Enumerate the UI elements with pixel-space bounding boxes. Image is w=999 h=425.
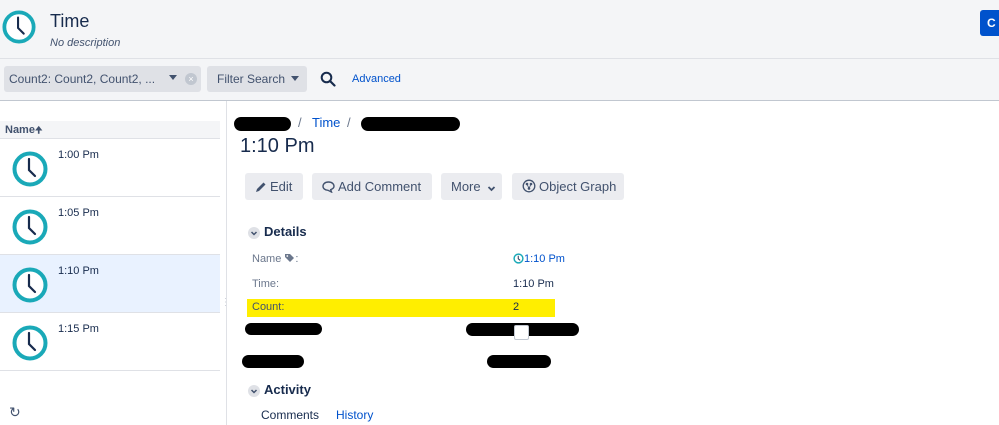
- count-filter-dropdown[interactable]: Count2: Count2, Count2, ... ×: [4, 66, 201, 92]
- chevron-down-icon: [169, 75, 177, 80]
- count-row-highlight: [247, 299, 555, 317]
- redacted-attribute-label: [245, 323, 322, 335]
- list-item-label: 1:00 Pm: [58, 149, 99, 161]
- tab-history[interactable]: History: [336, 408, 373, 422]
- clock-icon: [12, 209, 48, 245]
- list-item-label: 1:10 Pm: [58, 265, 99, 277]
- object-list: Name🠉 1:00 Pm 1:05 Pm 1:10 Pm 1:15 Pm: [0, 101, 220, 425]
- chevron-down-icon: [488, 186, 496, 192]
- name-column-header[interactable]: Name🠉: [0, 121, 220, 139]
- sort-arrow-icon: 🠉: [34, 125, 43, 135]
- breadcrumb-time-link[interactable]: Time: [312, 115, 340, 130]
- name-attribute-label: Name :: [252, 253, 298, 265]
- name-value-text: 1:10 Pm: [524, 253, 565, 265]
- breadcrumb-separator: /: [298, 115, 302, 130]
- tag-icon: [285, 254, 295, 262]
- clock-icon: [12, 151, 48, 187]
- filter-search-label: Filter Search: [217, 72, 286, 86]
- more-button[interactable]: More: [441, 173, 502, 200]
- redacted-breadcrumb: [234, 117, 291, 131]
- comment-icon: [322, 181, 335, 194]
- chevron-down-icon: [291, 76, 299, 81]
- name-attribute-value[interactable]: 1:10 Pm: [513, 253, 565, 265]
- name-label-text: Name: [252, 253, 282, 265]
- clock-icon: [513, 253, 524, 264]
- chevron-down-icon[interactable]: [248, 227, 260, 239]
- panel-divider: [226, 101, 227, 425]
- search-icon[interactable]: [320, 71, 336, 87]
- clock-icon: [2, 10, 36, 44]
- count-attribute-label: Count:: [252, 301, 285, 313]
- pencil-icon: [256, 182, 266, 192]
- tab-comments[interactable]: Comments: [261, 408, 319, 422]
- graph-icon: [522, 179, 536, 193]
- count-attribute-value: 2: [513, 301, 520, 313]
- object-title: 1:10 Pm: [240, 135, 315, 157]
- attribute-checkbox[interactable]: [514, 325, 529, 340]
- create-button[interactable]: C: [980, 10, 999, 36]
- more-label: More: [451, 179, 481, 194]
- name-label-colon: :: [295, 253, 299, 265]
- time-attribute-value: 1:10 Pm: [513, 278, 554, 290]
- list-item-label: 1:15 Pm: [58, 323, 99, 335]
- edit-label: Edit: [270, 179, 293, 194]
- redacted-attribute-value: [487, 355, 551, 368]
- advanced-search-link[interactable]: Advanced: [352, 73, 401, 85]
- add-comment-button[interactable]: Add Comment: [312, 173, 432, 200]
- clock-icon: [12, 267, 48, 303]
- add-comment-label: Add Comment: [338, 179, 422, 194]
- name-column-label: Name: [5, 124, 35, 136]
- object-graph-label: Object Graph: [539, 179, 617, 194]
- filter-search-dropdown[interactable]: Filter Search: [207, 66, 307, 92]
- object-header: Time No description C: [0, 0, 999, 59]
- time-attribute-label: Time:: [252, 278, 280, 290]
- edit-button[interactable]: Edit: [245, 173, 303, 200]
- redacted-attribute-label: [242, 355, 304, 368]
- list-item[interactable]: 1:15 Pm: [0, 313, 220, 371]
- refresh-icon[interactable]: ↻: [9, 404, 21, 421]
- filter-bar: Count2: Count2, Count2, ... × Filter Sea…: [0, 59, 999, 101]
- activity-section-heading[interactable]: Activity: [264, 382, 311, 397]
- object-graph-button[interactable]: Object Graph: [512, 173, 624, 200]
- count-filter-label: Count2: Count2, Count2, ...: [9, 72, 156, 86]
- breadcrumb-separator: /: [347, 115, 351, 130]
- clock-icon: [12, 325, 48, 361]
- page-title: Time: [50, 11, 90, 31]
- page-description: No description: [50, 37, 121, 49]
- redacted-breadcrumb: [361, 117, 460, 131]
- list-item-selected[interactable]: 1:10 Pm: [0, 255, 220, 313]
- chevron-down-icon[interactable]: [248, 385, 260, 397]
- list-item[interactable]: 1:05 Pm: [0, 197, 220, 255]
- details-section-heading[interactable]: Details: [264, 224, 307, 239]
- clear-filter-icon[interactable]: ×: [185, 73, 197, 85]
- list-item-label: 1:05 Pm: [58, 207, 99, 219]
- list-item[interactable]: 1:00 Pm: [0, 139, 220, 197]
